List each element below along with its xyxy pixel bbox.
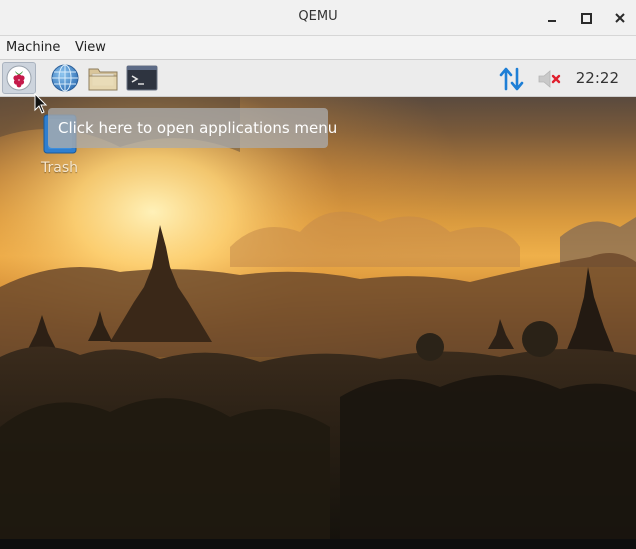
- web-browser-launcher[interactable]: [48, 62, 82, 94]
- network-tray-button[interactable]: [498, 65, 526, 97]
- menu-machine[interactable]: Machine: [6, 40, 60, 55]
- raspberry-icon: [6, 65, 32, 91]
- taskbar-panel: 22:22: [0, 60, 636, 97]
- minimize-button[interactable]: [542, 8, 562, 28]
- desktop-wallpaper[interactable]: Trash Click here to open applications me…: [0, 97, 636, 539]
- menu-view[interactable]: View: [75, 40, 106, 55]
- qemu-window: QEMU Machine View 22:22 Trash Click here…: [0, 0, 636, 549]
- globe-icon: [51, 64, 79, 92]
- trash-label[interactable]: Trash: [41, 160, 78, 176]
- mouse-cursor: [34, 92, 48, 119]
- applications-menu-tooltip: Click here to open applications menu: [48, 108, 337, 148]
- folder-icon: [88, 68, 118, 91]
- terminal-icon: [126, 65, 158, 91]
- maximize-icon: [580, 12, 592, 24]
- volume-muted-icon: [538, 70, 561, 88]
- file-manager-launcher[interactable]: [86, 62, 120, 94]
- title-bar[interactable]: QEMU: [0, 0, 636, 36]
- applications-menu-button[interactable]: [2, 62, 36, 94]
- clock[interactable]: 22:22: [576, 69, 619, 87]
- window-bottom-border: [0, 539, 636, 549]
- pointer-icon: [34, 92, 48, 114]
- close-icon: [615, 13, 625, 23]
- terminal-launcher[interactable]: [125, 62, 159, 94]
- window-title: QEMU: [298, 9, 338, 24]
- network-arrows-icon: [499, 67, 524, 91]
- maximize-button[interactable]: [576, 8, 596, 28]
- menu-bar: Machine View: [0, 36, 636, 60]
- wallpaper-image: [0, 97, 636, 539]
- close-button[interactable]: [610, 8, 630, 28]
- volume-tray-button[interactable]: [536, 67, 566, 95]
- minimize-icon: [548, 20, 556, 22]
